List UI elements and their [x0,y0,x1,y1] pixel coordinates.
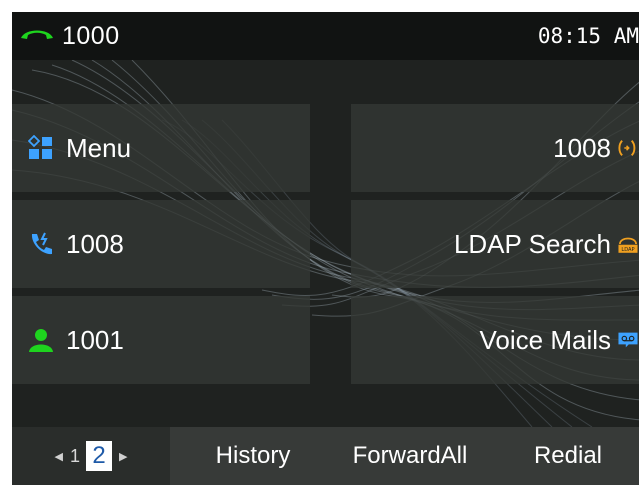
speed-dial-key-label: 1008 [66,228,124,259]
main-area: Menu 1008 1008 LDAP Search LDAP 1001 Voi… [12,60,639,427]
ldap-search-key[interactable]: LDAP Search LDAP [351,200,639,288]
status-bar: 1000 08:15 AM [12,12,639,60]
page-2-current[interactable]: 2 [86,441,112,471]
menu-key-label: Menu [66,132,132,163]
page-next-icon[interactable]: ▶ [119,450,127,463]
redial-softkey[interactable]: Redial [508,427,628,485]
menu-grid-icon [26,133,56,163]
softkey-bar: ◀ 1 2 ▶ History ForwardAll Redial [12,427,639,485]
contact-key-1001[interactable]: 1001 [12,296,310,384]
contact-person-icon [26,325,56,355]
intercom-key-label: 1008 [553,132,611,163]
menu-key[interactable]: Menu [12,104,310,192]
forward-all-softkey[interactable]: ForwardAll [330,427,490,485]
intercom-key-1008[interactable]: 1008 [351,104,639,192]
ldap-headset-icon: LDAP [617,229,639,259]
contact-key-label: 1001 [66,324,124,355]
page-1[interactable]: 1 [70,446,80,467]
handset-green-icon [18,24,56,49]
speed-dial-phone-icon [26,229,56,259]
line-number: 1000 [62,21,120,50]
page-prev-icon[interactable]: ◀ [55,450,63,463]
intercom-icon [617,133,639,163]
svg-text:LDAP: LDAP [621,247,634,253]
page-indicator[interactable]: ◀ 1 2 ▶ [12,427,170,485]
ldap-search-label: LDAP Search [453,228,611,259]
speed-dial-key-1008[interactable]: 1008 [12,200,310,288]
clock: 08:15 AM [537,24,639,48]
voice-mails-label: Voice Mails [479,324,612,355]
phone-screen: 1000 08:15 AM Menu 1008 1008 LDAP Search… [12,12,639,485]
history-softkey[interactable]: History [192,427,314,485]
voicemail-icon [617,325,639,355]
voice-mails-key[interactable]: Voice Mails [351,296,639,384]
